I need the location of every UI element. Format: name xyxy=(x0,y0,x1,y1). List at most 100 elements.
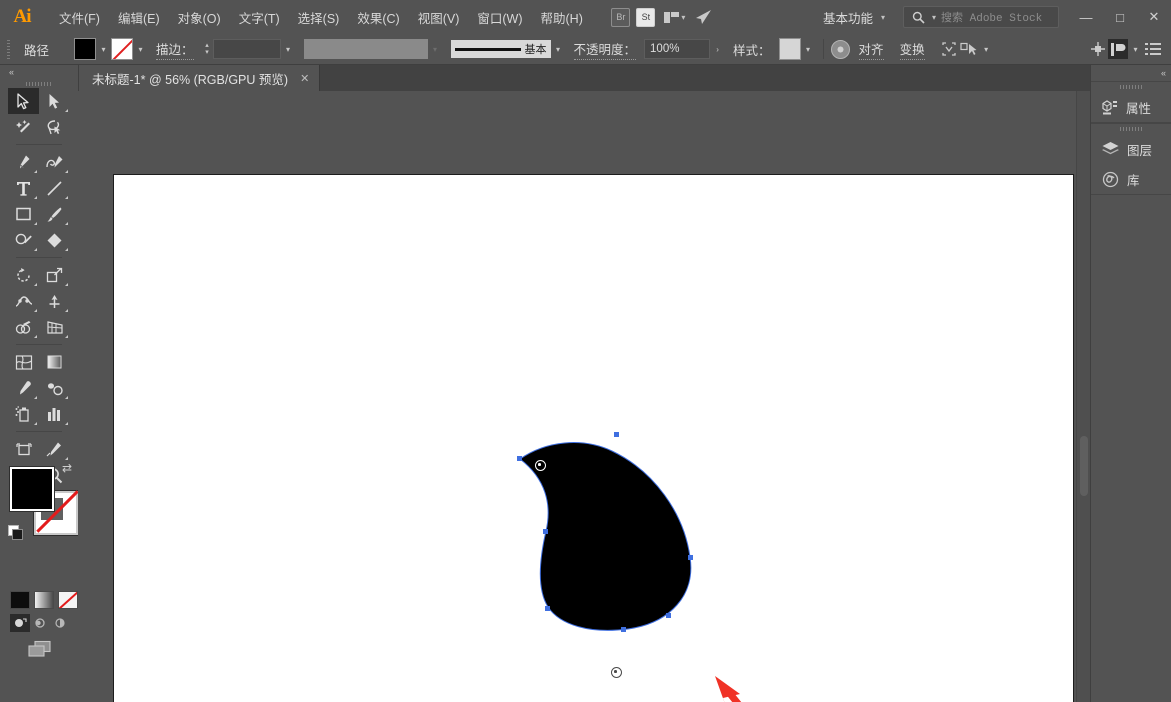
bridge-button[interactable]: Br xyxy=(610,7,632,27)
draw-inside-icon[interactable] xyxy=(50,614,70,632)
brush-chevron-icon[interactable]: ▾ xyxy=(551,39,566,59)
tools-collapse-button[interactable]: « xyxy=(0,65,78,79)
select-similar-chevron-icon[interactable]: ▾ xyxy=(979,39,994,59)
fill-dropdown-chevron-icon[interactable]: ▾ xyxy=(96,39,111,59)
tool-line-segment[interactable] xyxy=(39,175,70,201)
menu-object[interactable]: 对象(O) xyxy=(169,4,230,31)
tool-column-graph[interactable] xyxy=(39,401,70,427)
close-icon[interactable]: ✕ xyxy=(300,72,309,85)
stroke-profile-chevron-icon[interactable]: ▾ xyxy=(428,39,443,59)
stroke-profile-select[interactable] xyxy=(304,39,428,59)
draw-behind-icon[interactable] xyxy=(30,614,50,632)
tool-selection[interactable] xyxy=(8,88,39,114)
tool-rectangle[interactable] xyxy=(8,201,39,227)
arrange-chevron-icon[interactable]: ▾ xyxy=(1128,39,1143,59)
isolate-selected-button[interactable] xyxy=(939,39,959,59)
tool-artboard[interactable] xyxy=(8,436,39,462)
snap-to-grid-button[interactable] xyxy=(1088,39,1108,59)
color-mode-gradient[interactable] xyxy=(34,591,54,609)
workspace-switcher[interactable]: 基本功能 ▾ xyxy=(823,8,889,27)
opacity-input[interactable]: 100% xyxy=(644,39,710,59)
opacity-chevron-icon[interactable]: › xyxy=(710,39,725,59)
shaper-icon xyxy=(15,232,33,249)
stock-button[interactable]: St xyxy=(635,7,657,27)
search-input[interactable]: 搜索 Adobe Stock xyxy=(941,9,1042,25)
control-bar-grip[interactable] xyxy=(4,38,14,60)
brush-definition-select[interactable]: 基本 xyxy=(451,40,551,58)
default-fill-stroke-icon[interactable] xyxy=(8,525,22,539)
tool-paintbrush[interactable] xyxy=(39,201,70,227)
menu-edit[interactable]: 编辑(E) xyxy=(109,4,169,31)
tool-slice[interactable] xyxy=(39,436,70,462)
panel-properties[interactable]: 属性 xyxy=(1091,92,1171,122)
graphic-style-swatch[interactable] xyxy=(779,38,801,60)
menu-effect[interactable]: 效果(C) xyxy=(348,4,408,31)
panel-libraries[interactable]: 库 xyxy=(1091,164,1171,194)
arrange-objects-button[interactable] xyxy=(1108,39,1128,59)
menu-view[interactable]: 视图(V) xyxy=(409,4,469,31)
transform-button[interactable]: 变换 xyxy=(900,39,925,60)
tools-panel-grip[interactable] xyxy=(0,79,78,88)
tool-free-transform[interactable] xyxy=(39,288,70,314)
menu-file[interactable]: 文件(F) xyxy=(50,4,109,31)
stroke-weight-chevron-icon[interactable]: ▾ xyxy=(281,39,296,59)
style-label: 样式： xyxy=(733,40,771,59)
recolor-artwork-button[interactable] xyxy=(831,39,851,59)
screen-mode-icon[interactable] xyxy=(27,640,53,661)
color-mode-none[interactable] xyxy=(58,591,78,609)
fill-color-swatch[interactable] xyxy=(10,467,54,511)
tool-blend[interactable] xyxy=(39,375,70,401)
artboard[interactable] xyxy=(113,174,1074,702)
panel-layers[interactable]: 图层 xyxy=(1091,134,1171,164)
tool-perspective-grid[interactable] xyxy=(39,314,70,340)
leaf-path-shape[interactable] xyxy=(504,435,734,658)
menu-type[interactable]: 文字(T) xyxy=(230,4,289,31)
tool-symbol-sprayer[interactable] xyxy=(8,401,39,427)
minimize-button[interactable]: — xyxy=(1069,0,1103,34)
panel-dock-collapse-button[interactable]: « xyxy=(1091,65,1171,81)
menu-window[interactable]: 窗口(W) xyxy=(468,4,531,31)
stroke-weight-input[interactable] xyxy=(213,39,281,59)
tool-scale[interactable] xyxy=(39,262,70,288)
tool-mesh[interactable] xyxy=(8,349,39,375)
fill-swatch[interactable] xyxy=(74,38,96,60)
opacity-label[interactable]: 不透明度： xyxy=(574,39,637,60)
close-button[interactable]: ✕ xyxy=(1137,0,1171,34)
document-tab[interactable]: 未标题-1* @ 56% (RGB/GPU 预览) ✕ xyxy=(78,65,320,91)
draw-normal-icon[interactable] xyxy=(10,614,30,632)
stock-search-box[interactable]: ▾ 搜索 Adobe Stock xyxy=(903,6,1059,28)
menu-select[interactable]: 选择(S) xyxy=(289,4,349,31)
sync-settings-button[interactable] xyxy=(693,7,715,27)
tool-type[interactable] xyxy=(8,175,39,201)
vertical-scrollbar[interactable] xyxy=(1076,91,1090,702)
tool-eyedropper[interactable] xyxy=(8,375,39,401)
tool-pen[interactable] xyxy=(8,149,39,175)
tool-shaper[interactable] xyxy=(8,227,39,253)
stroke-swatch[interactable] xyxy=(111,38,133,60)
tool-curvature[interactable] xyxy=(39,149,70,175)
maximize-button[interactable]: □ xyxy=(1103,0,1137,34)
tool-shape-builder[interactable] xyxy=(8,314,39,340)
tool-lasso[interactable] xyxy=(39,114,70,140)
swap-fill-stroke-icon[interactable]: ⇄ xyxy=(62,461,72,475)
align-button[interactable]: 对齐 xyxy=(859,39,884,60)
stroke-dropdown-chevron-icon[interactable]: ▾ xyxy=(133,39,148,59)
tool-magic-wand[interactable] xyxy=(8,114,39,140)
panel-group-grip[interactable] xyxy=(1091,82,1171,92)
menu-help[interactable]: 帮助(H) xyxy=(532,4,592,31)
tool-eraser[interactable] xyxy=(39,227,70,253)
color-mode-solid[interactable] xyxy=(10,591,30,609)
stroke-weight-stepper[interactable]: ▴▾ xyxy=(202,39,213,59)
canvas-area[interactable] xyxy=(78,91,1090,702)
panel-options-button[interactable] xyxy=(1143,39,1163,59)
tool-width[interactable] xyxy=(8,288,39,314)
panel-group-grip[interactable] xyxy=(1091,124,1171,134)
tool-direct-selection[interactable] xyxy=(39,88,70,114)
tool-gradient[interactable] xyxy=(39,349,70,375)
arrange-documents-button[interactable]: ▾ xyxy=(660,7,690,27)
select-similar-button[interactable] xyxy=(959,39,979,59)
scrollbar-thumb[interactable] xyxy=(1080,436,1088,496)
style-chevron-icon[interactable]: ▾ xyxy=(801,39,816,59)
stroke-weight-label[interactable]: 描边： xyxy=(156,39,194,60)
tool-rotate[interactable] xyxy=(8,262,39,288)
